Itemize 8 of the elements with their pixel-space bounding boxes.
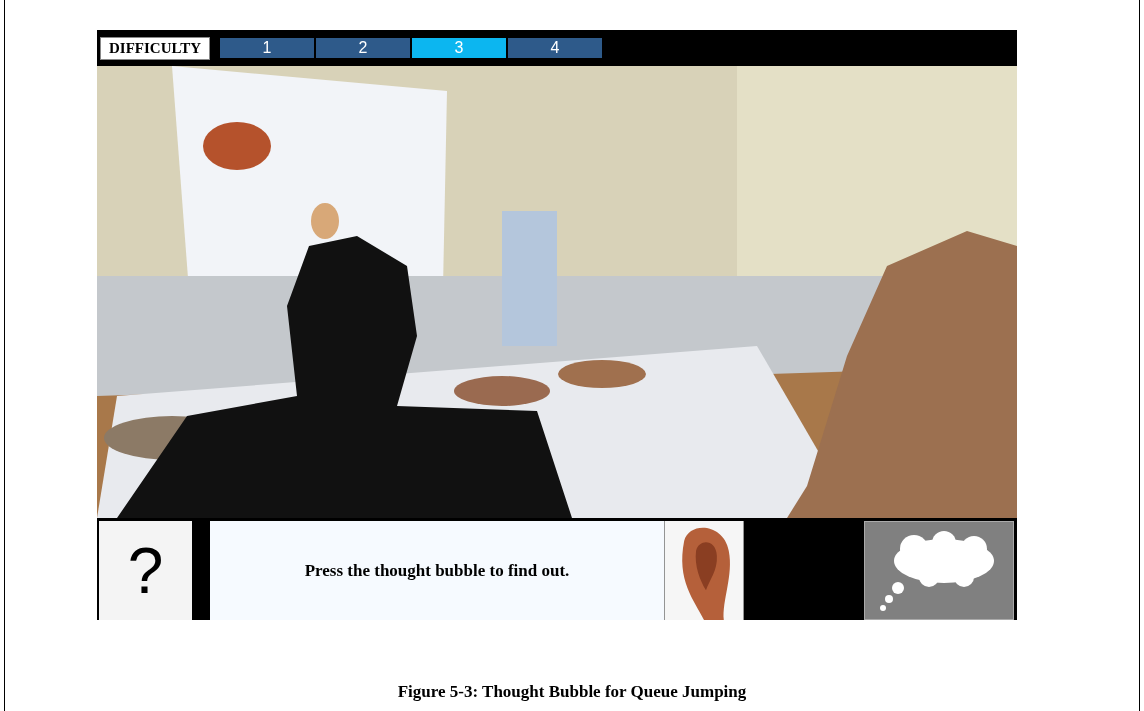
difficulty-level-tab[interactable]: 1 — [219, 38, 314, 58]
difficulty-label: DIFFICULTY — [100, 36, 210, 60]
difficulty-level-tab[interactable]: 2 — [315, 38, 410, 58]
thought-bubble-button[interactable] — [864, 521, 1014, 620]
help-button[interactable]: ? — [99, 521, 192, 620]
difficulty-level-tab[interactable]: 4 — [507, 38, 602, 58]
message-text: Press the thought bubble to find out. — [304, 560, 570, 581]
figure-caption: Figure 5-3: Thought Bubble for Queue Jumping — [397, 682, 747, 702]
